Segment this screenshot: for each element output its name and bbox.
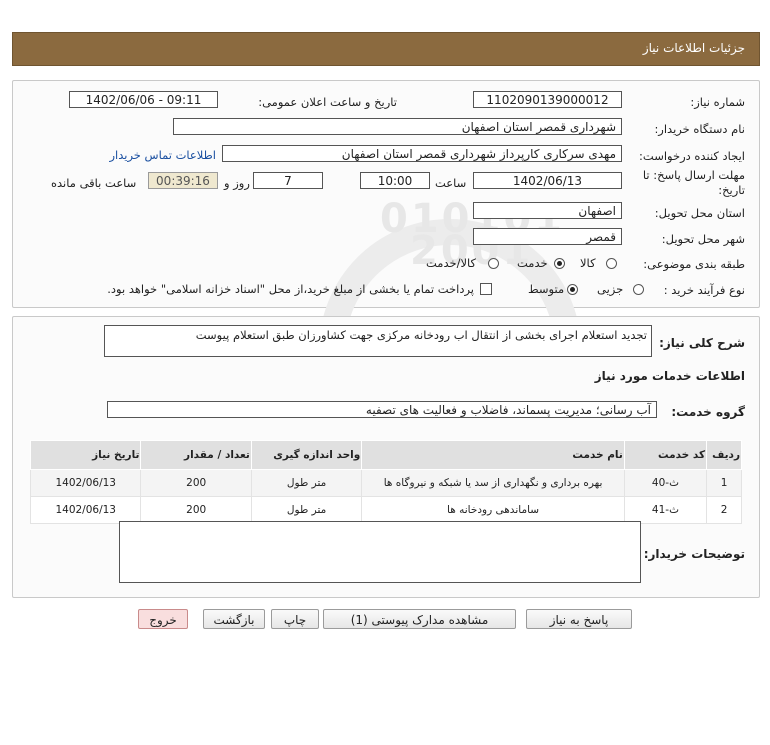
delivery-province-label: استان محل تحویل:	[654, 206, 745, 220]
summary-field: تجدید استعلام اجرای بخشی از انتقال اب رو…	[104, 325, 652, 357]
category-radio-goods-service[interactable]	[488, 258, 499, 269]
cell-unit: متر طول	[250, 496, 363, 524]
service-group-field: آب رسانی؛ مدیریت پسماند، فاضلاب و فعالیت…	[107, 401, 657, 418]
page-title: جزئیات اطلاعات نیاز	[642, 41, 745, 55]
deadline-time-field: 10:00	[360, 172, 430, 189]
announce-datetime-label: تاریخ و ساعت اعلان عمومی:	[258, 95, 397, 109]
cell-row: 2	[706, 496, 742, 524]
col-unit-header: واحد اندازه گیری	[250, 440, 363, 470]
delivery-city-label: شهر محل تحویل:	[661, 232, 745, 246]
deadline-label-line1: مهلت ارسال پاسخ: تا	[642, 168, 745, 182]
service-group-label: گروه خدمت:	[671, 405, 745, 419]
need-number-field: 1102090139000012	[473, 91, 622, 108]
requester-field: مهدی سرکاری کارپرداز شهرداری قمصر استان …	[222, 145, 622, 162]
category-option-service: خدمت	[517, 256, 548, 270]
cell-code: ث-40	[623, 469, 708, 497]
back-button[interactable]: بازگشت	[203, 609, 265, 629]
buyer-notes-field	[119, 521, 641, 583]
category-radio-goods[interactable]	[606, 258, 617, 269]
table-row: 2 ث-41 ساماندهی رودخانه ها متر طول 200 1…	[29, 496, 742, 524]
treasury-checkbox[interactable]	[480, 283, 492, 295]
buyer-org-label: نام دستگاه خریدار:	[654, 122, 745, 136]
cell-unit: متر طول	[250, 469, 363, 497]
col-date-header: تاریخ نیاز	[29, 440, 142, 470]
col-qty-header: تعداد / مقدار	[140, 440, 252, 470]
col-row-header: ردیف	[706, 440, 742, 470]
cell-name: بهره برداری و نگهداری از سد یا شبکه و نی…	[361, 469, 625, 497]
services-table: ردیف کد خدمت نام خدمت واحد اندازه گیری ت…	[29, 440, 742, 524]
col-code-header: کد خدمت	[623, 440, 708, 470]
category-label: طبقه بندی موضوعی:	[643, 257, 745, 271]
announce-datetime-field: 1402/06/06 - 09:11	[69, 91, 218, 108]
requester-label: ایجاد کننده درخواست:	[639, 149, 745, 163]
need-number-label: شماره نیاز:	[690, 95, 745, 109]
buyer-contact-link[interactable]: اطلاعات تماس خریدار	[100, 148, 216, 162]
page-header: جزئیات اطلاعات نیاز	[12, 32, 760, 66]
buyer-org-field: شهرداری قمصر استان اصفهان	[173, 118, 622, 135]
cell-row: 1	[706, 469, 742, 497]
print-button[interactable]: چاپ	[271, 609, 319, 629]
process-option-minor: جزیی	[597, 282, 624, 296]
treasury-note: پرداخت تمام یا بخشی از مبلغ خرید،از محل …	[107, 282, 474, 296]
attachments-button[interactable]: مشاهده مدارک پیوستی (1)	[323, 609, 516, 629]
cell-name: ساماندهی رودخانه ها	[361, 496, 625, 524]
reply-button[interactable]: پاسخ به نیاز	[526, 609, 632, 629]
deadline-days-label: روز و	[224, 176, 250, 190]
cell-qty: 200	[140, 496, 252, 524]
delivery-province-field: اصفهان	[473, 202, 622, 219]
cell-date: 1402/06/13	[29, 469, 142, 497]
col-name-header: نام خدمت	[361, 440, 625, 470]
category-option-goods: کالا	[580, 256, 596, 270]
deadline-time-label: ساعت	[435, 176, 467, 190]
services-section-title: اطلاعات خدمات مورد نیاز	[594, 369, 745, 383]
deadline-label-line2: تاریخ:	[718, 183, 745, 197]
process-option-medium: متوسط	[528, 282, 565, 296]
summary-label: شرح کلی نیاز:	[659, 336, 745, 350]
services-table-header: ردیف کد خدمت نام خدمت واحد اندازه گیری ت…	[29, 440, 742, 470]
category-option-goods-service: کالا/خدمت	[426, 256, 477, 270]
buyer-notes-label: توضیحات خریدار:	[643, 547, 745, 561]
deadline-date-field: 1402/06/13	[473, 172, 622, 189]
cell-date: 1402/06/13	[29, 496, 142, 524]
details-panel	[12, 80, 760, 308]
category-radio-service[interactable]	[554, 258, 565, 269]
delivery-city-field: قمصر	[473, 228, 622, 245]
cell-code: ث-41	[623, 496, 708, 524]
process-radio-medium[interactable]	[567, 284, 578, 295]
cell-qty: 200	[140, 469, 252, 497]
process-radio-minor[interactable]	[633, 284, 644, 295]
deadline-days-field: 7	[253, 172, 323, 189]
exit-button[interactable]: خروج	[138, 609, 188, 629]
remaining-time-label: ساعت باقی مانده	[51, 176, 137, 190]
purchase-process-label: نوع فرآیند خرید :	[663, 283, 745, 297]
remaining-time-field: 00:39:16	[148, 172, 218, 189]
table-row: 1 ث-40 بهره برداری و نگهداری از سد یا شب…	[29, 469, 742, 497]
